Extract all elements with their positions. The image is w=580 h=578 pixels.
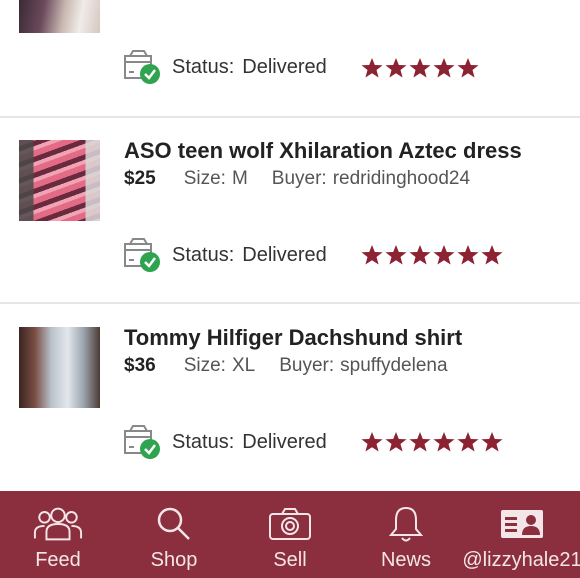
star-icon [433,432,455,452]
size-value: XL [231,355,256,376]
star-icon [385,58,407,78]
buyer-label: Buyer: [279,355,335,376]
size-label: Size: [183,168,226,189]
status-value: Delivered [242,55,327,78]
star-icon [409,58,431,78]
item-thumbnail[interactable] [19,0,100,33]
status-label: Status: [172,243,235,266]
delivered-box-icon [124,238,162,272]
item-meta: $25 Size: M Buyer: redridinghood24 [124,168,470,190]
size-label: Size: [183,355,226,376]
item-price: $36 [124,355,156,376]
nav-label: News [380,549,431,571]
nav-label: @lizzyhale21 [462,549,580,571]
star-icon [457,432,479,452]
nav-item-feed[interactable]: Feed [0,491,116,578]
status-row: Status: Delivered [124,50,327,84]
status-value: Delivered [242,430,327,453]
star-icon [385,245,407,265]
status-row: Status: Delivered [124,425,327,459]
buyer-value[interactable]: spuffydelena [340,355,447,377]
star-icon [433,58,455,78]
star-icon [481,432,503,452]
nav-label: Feed [35,549,81,571]
nav-label: Sell [273,549,307,571]
status-label: Status: [172,430,235,453]
nav-item-news[interactable]: News [348,491,464,578]
rating-stars [360,244,504,266]
bell-icon [381,505,431,543]
nav-item-profile[interactable]: @lizzyhale21 [462,491,580,578]
star-icon [433,245,455,265]
star-icon [457,245,479,265]
nav-item-shop[interactable]: Shop [116,491,232,578]
star-icon [385,432,407,452]
search-icon [149,505,199,543]
people-icon [33,505,83,543]
rating-stars [360,431,504,453]
bottom-nav: Feed Shop Sell News @lizzyhale21 [0,491,580,578]
nav-label: Shop [150,549,198,571]
status-value: Delivered [242,243,327,266]
buyer-label: Buyer: [271,168,327,189]
camera-icon [265,505,315,543]
delivered-box-icon [124,50,162,84]
item-price: $25 [124,168,156,189]
star-icon [409,245,431,265]
star-icon [361,245,383,265]
size-value: M [231,168,248,189]
delivered-box-icon [124,425,162,459]
star-icon [361,432,383,452]
star-icon [361,58,383,78]
item-title[interactable]: Tommy Hilfiger Dachshund shirt [124,325,462,351]
divider [0,302,580,304]
divider [0,116,580,118]
item-meta: $36 Size: XL Buyer: spuffydelena [124,355,448,377]
star-icon [409,432,431,452]
star-icon [481,245,503,265]
rating-stars [360,57,480,79]
status-label: Status: [172,55,235,78]
profile-card-icon [497,505,547,543]
status-row: Status: Delivered [124,238,327,272]
nav-item-sell[interactable]: Sell [232,491,348,578]
item-thumbnail[interactable] [19,327,100,408]
star-icon [457,58,479,78]
item-title[interactable]: ASO teen wolf Xhilaration Aztec dress [124,138,522,164]
item-thumbnail[interactable] [19,140,100,221]
buyer-value[interactable]: redridinghood24 [333,168,470,190]
